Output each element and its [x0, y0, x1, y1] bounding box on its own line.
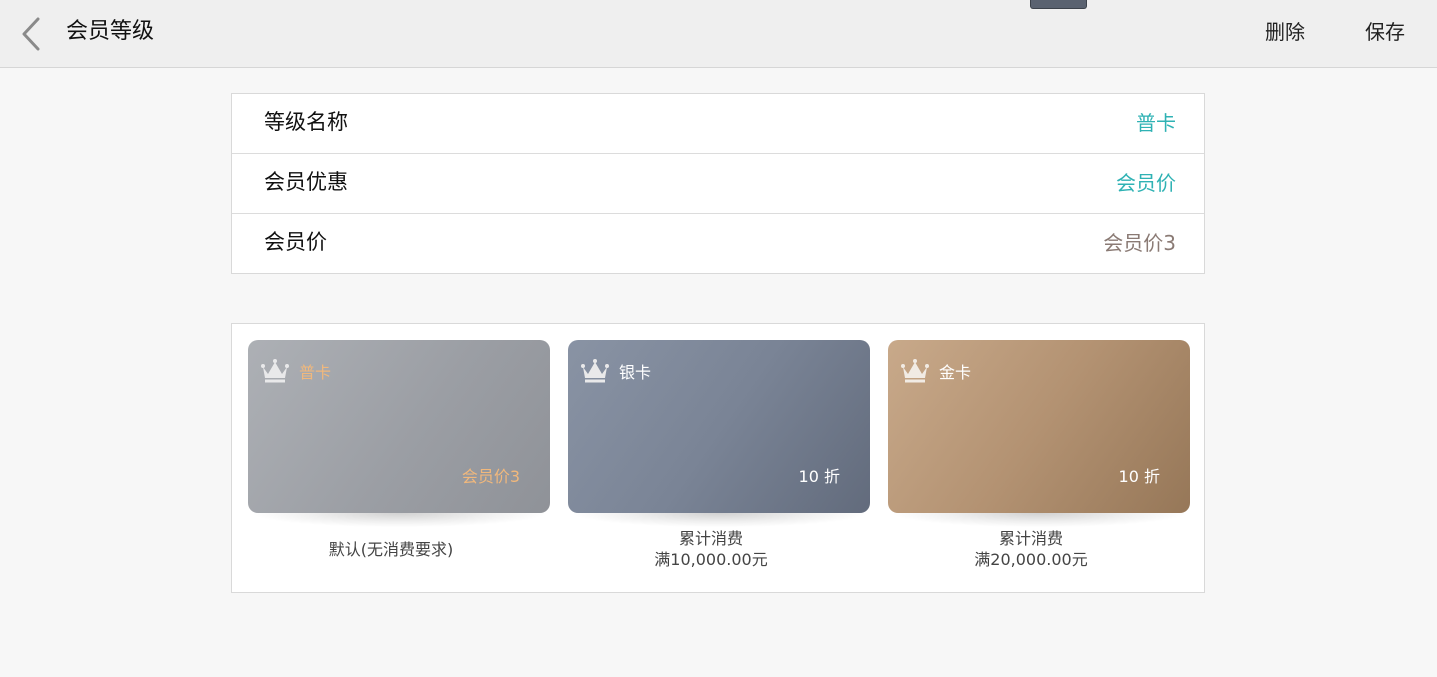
card-requirement: 累计消费	[998, 529, 1063, 548]
card-shadow	[574, 513, 864, 527]
save-button[interactable]: 保存	[1365, 18, 1405, 46]
level-name-row[interactable]: 等级名称 普卡	[232, 94, 1204, 154]
card-option-regular[interactable]: 普卡 会员价3 默认(无消费要求)	[248, 340, 550, 560]
card-name: 普卡	[299, 363, 332, 382]
card-levels-panel: 普卡 会员价3 默认(无消费要求) 银卡 10 折 累计消费 满10,000.0…	[231, 323, 1205, 593]
card-shadow	[894, 513, 1184, 527]
card-discount: 会员价3	[461, 467, 520, 486]
member-card[interactable]: 金卡 10 折	[888, 340, 1190, 513]
card-requirement-amount: 满10,000.00元	[654, 550, 768, 569]
member-card[interactable]: 银卡 10 折	[568, 340, 870, 513]
card-discount: 10 折	[1118, 467, 1160, 486]
back-button[interactable]	[14, 14, 50, 54]
card-shadow	[254, 513, 544, 527]
delete-button[interactable]: 删除	[1265, 18, 1305, 46]
page-title: 会员等级	[66, 19, 155, 44]
top-bar: 会员等级 删除 保存	[0, 0, 1437, 68]
member-price-row[interactable]: 会员价 会员价3	[232, 214, 1204, 273]
member-card[interactable]: 普卡 会员价3	[248, 340, 550, 513]
member-benefit-label: 会员优惠	[264, 170, 348, 194]
card-discount: 10 折	[798, 467, 840, 486]
member-benefit-row[interactable]: 会员优惠 会员价	[232, 154, 1204, 214]
card-option-gold[interactable]: 金卡 10 折 累计消费 满20,000.00元	[888, 340, 1190, 570]
crown-icon	[581, 359, 609, 383]
member-price-value: 会员价3	[1103, 231, 1176, 255]
card-requirement-amount: 满20,000.00元	[974, 550, 1088, 569]
chevron-left-icon	[22, 17, 40, 51]
level-name-value: 普卡	[1136, 111, 1176, 135]
level-name-label: 等级名称	[264, 110, 348, 134]
crown-icon	[901, 359, 929, 383]
card-requirement: 默认(无消费要求)	[328, 540, 454, 559]
member-benefit-value: 会员价	[1116, 171, 1176, 195]
crown-icon	[261, 359, 289, 383]
card-name: 银卡	[619, 363, 652, 382]
window-handle	[1030, 0, 1087, 9]
card-requirement: 累计消费	[678, 529, 743, 548]
member-price-label: 会员价	[264, 230, 327, 254]
level-settings-form: 等级名称 普卡 会员优惠 会员价 会员价 会员价3	[231, 93, 1205, 274]
card-name: 金卡	[939, 363, 972, 382]
card-option-silver[interactable]: 银卡 10 折 累计消费 满10,000.00元	[568, 340, 870, 570]
